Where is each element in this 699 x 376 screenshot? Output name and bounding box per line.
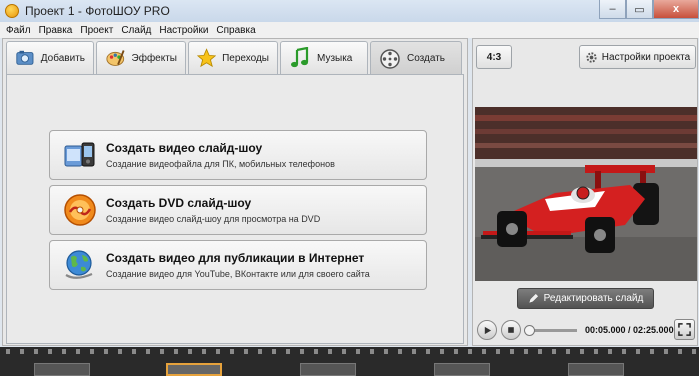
palette-icon (106, 50, 125, 66)
menu-settings[interactable]: Настройки (155, 25, 212, 36)
fullscreen-button[interactable] (674, 319, 695, 340)
create-video-slideshow-button[interactable]: Создать видео слайд-шоу Создание видеофа… (49, 130, 427, 180)
edit-slide-label: Редактировать слайд (543, 293, 644, 304)
stop-button[interactable] (501, 320, 521, 340)
dvd-disc-icon (64, 194, 96, 226)
tab-music[interactable]: Музыка (280, 41, 368, 74)
aspect-ratio-button[interactable]: 4:3 (476, 45, 512, 69)
timecode: 00:05.000 / 02:25.000 (585, 325, 674, 335)
tab-create-label: Создать (407, 53, 446, 64)
project-settings-label: Настройки проекта (601, 51, 691, 63)
menu-file[interactable]: Файл (0, 25, 35, 36)
gear-icon (586, 51, 597, 63)
slide-preview (475, 107, 697, 281)
tab-add[interactable]: Добавить (6, 41, 94, 74)
tab-transitions-label: Переходы (222, 52, 269, 64)
create-internet-title: Создать видео для публикации в Интернет (106, 251, 365, 265)
menu-slide[interactable]: Слайд (117, 25, 155, 36)
star-icon (197, 48, 217, 68)
stop-icon (508, 327, 514, 333)
window-title: Проект 1 - ФотоШОУ PRO (25, 4, 170, 18)
title-bar: Проект 1 - ФотоШОУ PRO – ▭ x (0, 0, 699, 22)
minimize-button[interactable]: – (599, 0, 626, 19)
tab-add-label: Добавить (40, 52, 85, 64)
create-dvd-slideshow-button[interactable]: Создать DVD слайд-шоу Создание видео сла… (49, 185, 427, 235)
left-panel: Добавить Эффекты Переходы Музыка Создать… (2, 38, 468, 346)
menu-help[interactable]: Справка (212, 25, 259, 36)
create-internet-video-button[interactable]: Создать видео для публикации в Интернет … (49, 240, 427, 290)
tab-create[interactable]: Создать (370, 41, 462, 75)
playback-slider[interactable] (523, 324, 577, 336)
project-settings-button[interactable]: Настройки проекта (579, 45, 696, 69)
menu-project[interactable]: Проект (76, 25, 117, 36)
playback-controls: 00:05.000 / 02:25.000 (473, 315, 699, 345)
tab-effects-label: Эффекты (131, 52, 177, 64)
create-dvd-desc: Создание видео слайд-шоу для просмотра н… (106, 214, 321, 224)
play-button[interactable] (477, 320, 497, 340)
slide-thumbnail[interactable] (34, 363, 90, 376)
video-device-icon (64, 142, 95, 167)
play-icon (484, 326, 491, 334)
window-controls: – ▭ x (599, 0, 699, 19)
create-video-desc: Создание видеофайла для ПК, мобильных те… (106, 159, 335, 169)
slide-filmstrip (0, 347, 699, 376)
photo-icon (16, 50, 34, 65)
create-dvd-title: Создать DVD слайд-шоу (106, 196, 252, 210)
race-car-photo (475, 107, 697, 281)
close-button[interactable]: x (653, 0, 699, 19)
edit-slide-button[interactable]: Редактировать слайд (517, 288, 654, 309)
slide-thumbnail[interactable] (568, 363, 624, 376)
tab-bar: Добавить Эффекты Переходы Музыка Создать (6, 41, 464, 75)
slide-thumbnail-selected[interactable] (166, 363, 222, 376)
tab-effects[interactable]: Эффекты (96, 41, 186, 74)
tab-music-label: Музыка (317, 52, 353, 64)
menu-edit[interactable]: Правка (35, 25, 77, 36)
tab-transitions[interactable]: Переходы (188, 41, 278, 74)
slide-thumbnail[interactable] (300, 363, 356, 376)
create-video-title: Создать видео слайд-шоу (106, 141, 263, 155)
maximize-button[interactable]: ▭ (626, 0, 653, 19)
pencil-icon (529, 293, 538, 303)
app-logo-icon (5, 4, 19, 18)
film-perforation (0, 349, 699, 354)
menu-bar: Файл Правка Проект Слайд Настройки Справ… (0, 22, 699, 38)
playback-slider-knob[interactable] (523, 324, 535, 336)
globe-icon (65, 250, 93, 279)
slide-thumbnail[interactable] (434, 363, 490, 376)
right-panel: 4:3 Настройки проекта Редактировать слай… (472, 38, 698, 346)
create-tab-content: Создать видео слайд-шоу Создание видеофа… (6, 74, 464, 344)
create-internet-desc: Создание видео для YouTube, ВКонтакте ил… (106, 269, 370, 279)
film-reel-icon (380, 48, 400, 69)
fullscreen-icon (678, 323, 691, 336)
music-note-icon (291, 47, 309, 68)
